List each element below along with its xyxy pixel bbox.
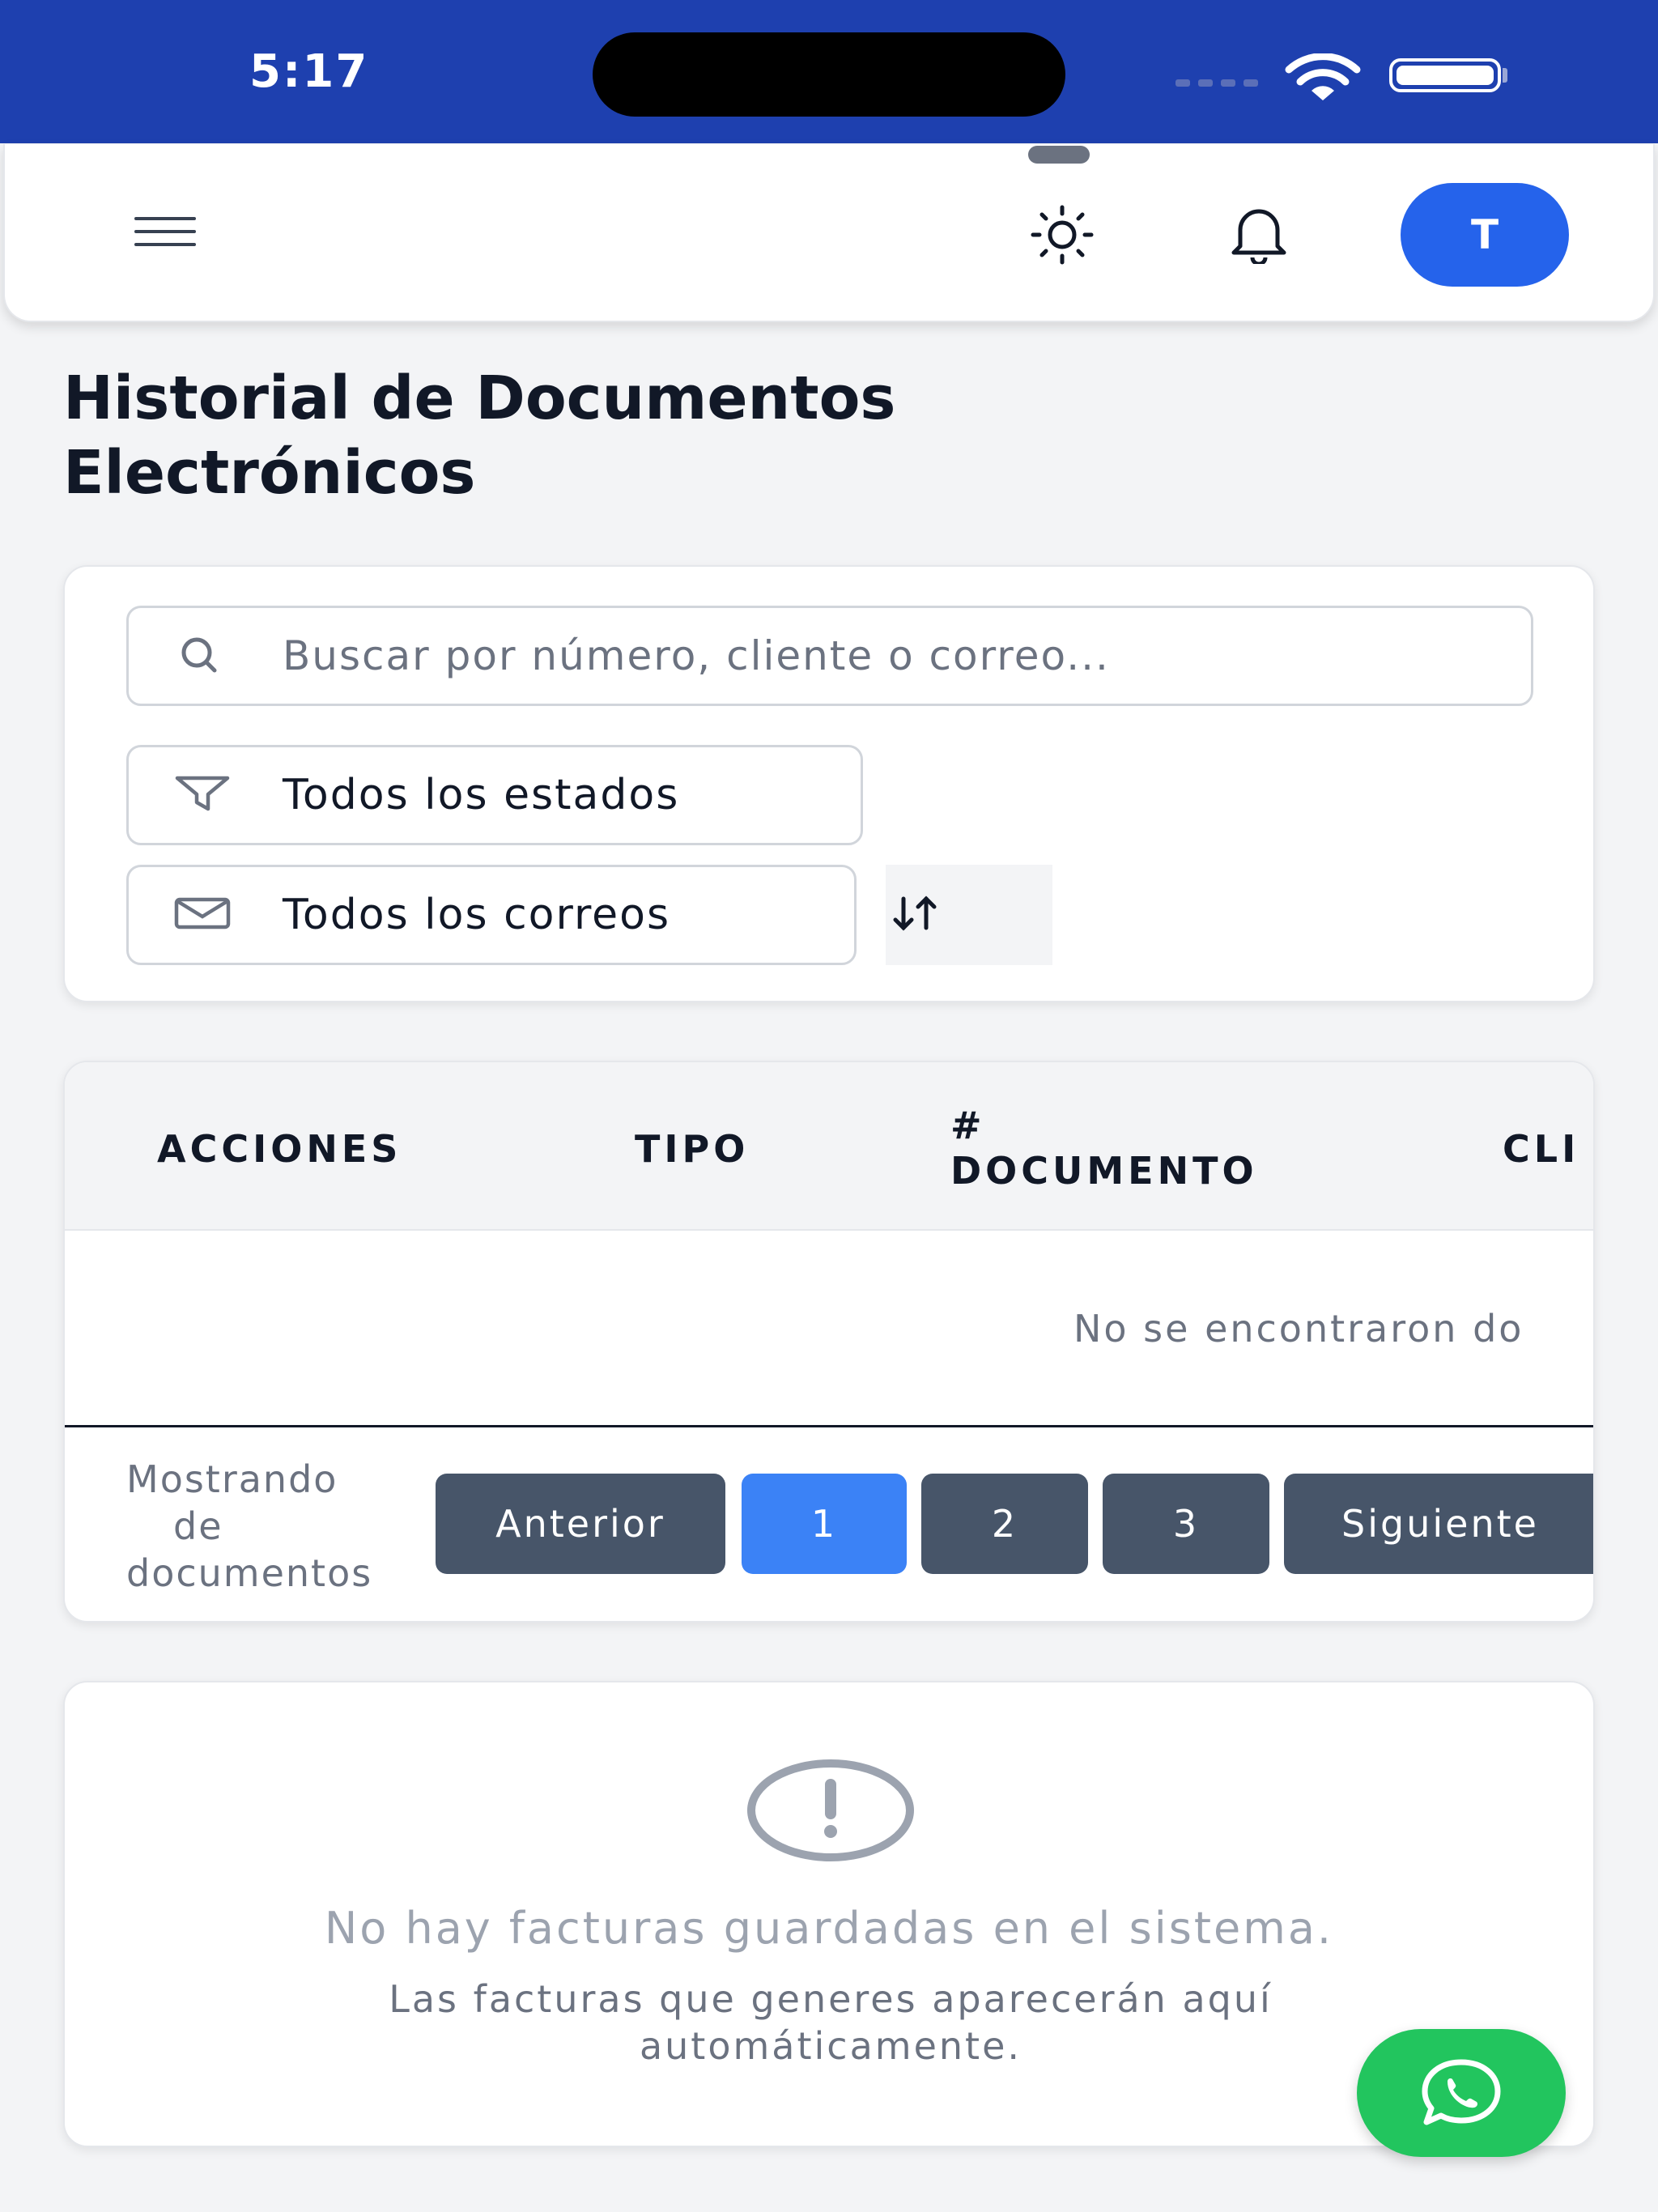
app-header: T bbox=[3, 144, 1655, 322]
table-header: ACCIONES TIPO # DOCUMENTO CLI bbox=[65, 1062, 1593, 1231]
column-header-documento[interactable]: # DOCUMENTO bbox=[950, 1103, 1258, 1193]
pagination-info-line3: documentos bbox=[126, 1551, 373, 1595]
bell-icon[interactable] bbox=[1224, 206, 1294, 267]
filter-card: Todos los estados Todos los correos bbox=[63, 565, 1595, 1002]
page-title: Historial de Documentos Electrónicos bbox=[63, 361, 1278, 510]
pagination-info: Mostrando de documentos bbox=[126, 1456, 410, 1597]
documents-table: ACCIONES TIPO # DOCUMENTO CLI No se enco… bbox=[63, 1061, 1595, 1623]
table-divider bbox=[65, 1425, 1593, 1427]
mail-icon bbox=[174, 897, 231, 933]
battery-icon bbox=[1389, 58, 1501, 92]
whatsapp-button[interactable] bbox=[1357, 2029, 1566, 2157]
status-bar: 5:17 bbox=[0, 0, 1658, 143]
pagination-info-line1: Mostrando bbox=[126, 1457, 338, 1501]
column-header-acciones[interactable]: ACCIONES bbox=[157, 1127, 402, 1171]
search-box[interactable] bbox=[126, 606, 1533, 706]
next-page-button[interactable]: Siguiente bbox=[1284, 1474, 1593, 1574]
dynamic-island bbox=[593, 32, 1065, 117]
signal-icon bbox=[1175, 79, 1258, 87]
previous-page-button[interactable]: Anterior bbox=[436, 1474, 725, 1574]
column-header-tipo[interactable]: TIPO bbox=[635, 1127, 749, 1171]
page-button-3[interactable]: 3 bbox=[1103, 1474, 1269, 1574]
status-filter-label: Todos los estados bbox=[283, 771, 680, 819]
sun-icon[interactable] bbox=[1022, 204, 1103, 269]
page-title-line1: Historial de Documentos bbox=[63, 364, 896, 433]
battery-cap bbox=[1503, 68, 1507, 83]
pagination-info-line2: de bbox=[173, 1504, 223, 1548]
search-icon bbox=[174, 635, 226, 677]
column-header-cliente[interactable]: CLI bbox=[1503, 1127, 1579, 1171]
filter-icon bbox=[174, 775, 231, 815]
empty-state-title: No hay facturas guardadas en el sistema. bbox=[324, 1903, 1334, 1954]
page-button-2[interactable]: 2 bbox=[921, 1474, 1088, 1574]
email-filter-select[interactable]: Todos los correos bbox=[126, 865, 857, 965]
hamburger-menu-icon[interactable] bbox=[134, 217, 196, 253]
page-title-line2: Electrónicos bbox=[63, 438, 476, 508]
status-time: 5:17 bbox=[249, 45, 369, 98]
wifi-icon bbox=[1284, 53, 1362, 107]
drag-handle[interactable] bbox=[1028, 146, 1090, 164]
search-input[interactable] bbox=[283, 608, 1497, 704]
status-filter-select[interactable]: Todos los estados bbox=[126, 745, 863, 845]
table-empty-message: No se encontraron do bbox=[1073, 1307, 1524, 1351]
sort-icon bbox=[891, 894, 947, 936]
alert-circle-icon bbox=[746, 1759, 915, 1865]
column-header-documento-label: DOCUMENTO bbox=[950, 1149, 1258, 1193]
email-filter-label: Todos los correos bbox=[283, 891, 671, 939]
column-header-hash: # bbox=[950, 1104, 986, 1147]
empty-state-subtitle: Las facturas que generes aparecerán aquí… bbox=[389, 1977, 1273, 2068]
whatsapp-icon bbox=[1409, 2056, 1514, 2130]
sort-button[interactable] bbox=[886, 865, 1052, 965]
avatar[interactable]: T bbox=[1401, 183, 1569, 287]
page-button-1[interactable]: 1 bbox=[742, 1474, 907, 1574]
